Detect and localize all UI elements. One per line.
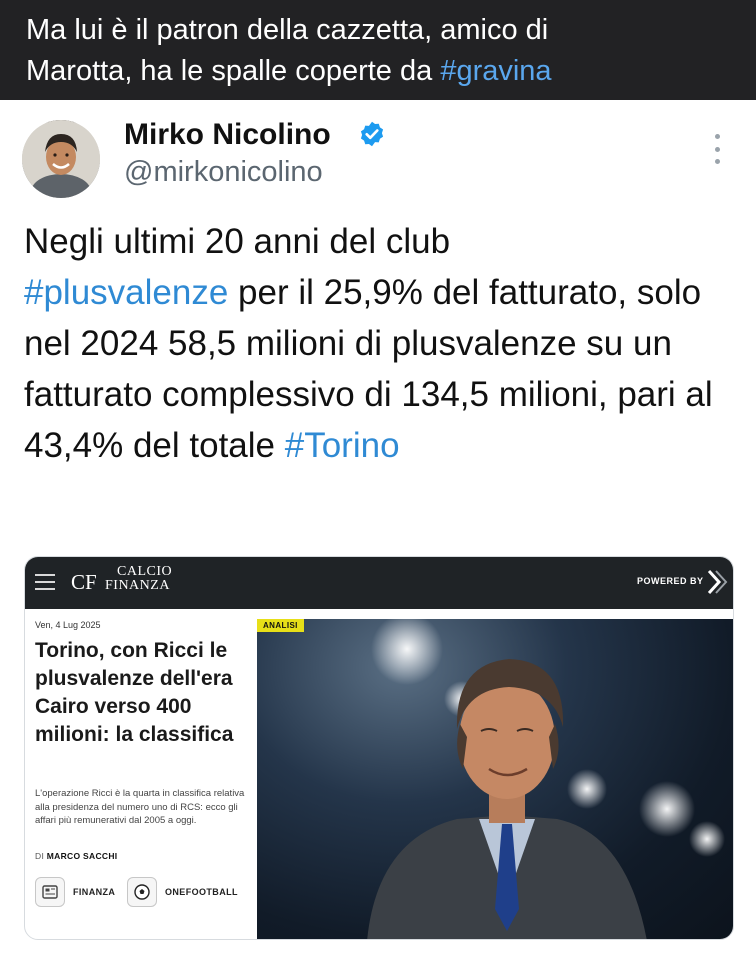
tag-label: ONEFOOTBALL xyxy=(165,887,238,897)
article-author-name: MARCO SACCHI xyxy=(46,851,118,861)
tweet-text-part-1: Negli ultimi 20 anni del club xyxy=(24,222,451,261)
caption-line-1: Ma lui è il patron della cazzetta, amico… xyxy=(26,14,549,46)
site-logo-line-2: FINANZA xyxy=(105,578,170,593)
tag-label: FINANZA xyxy=(73,887,116,897)
tweet-text: Negli ultimi 20 anni del club #plusvalen… xyxy=(24,216,734,471)
site-logo-line-1: CALCIO xyxy=(117,564,173,579)
caption-bar: Ma lui è il patron della cazzetta, amico… xyxy=(0,0,756,100)
tweet-media-image[interactable]: CF CALCIO FINANZA POWERED BY Ven, 4 Lug … xyxy=(24,556,734,940)
man-portrait-icon xyxy=(367,619,725,939)
avatar[interactable] xyxy=(22,120,100,198)
site-header: CF CALCIO FINANZA POWERED BY xyxy=(25,557,733,609)
analysis-badge: ANALISI xyxy=(257,619,304,632)
caption-line-2-text: Marotta, ha le spalle coperte da xyxy=(26,55,441,87)
more-options-button[interactable] xyxy=(704,134,730,164)
avatar-portrait-icon xyxy=(22,120,100,198)
article-author-prefix: DI xyxy=(35,851,45,861)
author-name[interactable]: Mirko Nicolino xyxy=(124,118,331,152)
article-date: Ven, 4 Lug 2025 xyxy=(35,620,101,630)
article-description: L'operazione Ricci è la quarta in classi… xyxy=(35,788,245,826)
article-title: Torino, con Ricci le plusvalenze dell'er… xyxy=(35,639,234,746)
more-dot-icon xyxy=(714,159,720,164)
tweet-card: Mirko Nicolino @mirkonicolino Negli ulti… xyxy=(0,100,756,960)
newspaper-icon xyxy=(35,877,65,907)
hashtag-plusvalenze[interactable]: #plusvalenze xyxy=(24,273,228,312)
more-dot-icon xyxy=(714,146,720,152)
tag-onefootball: ONEFOOTBALL xyxy=(127,875,238,909)
partner-logo-icon xyxy=(707,569,728,595)
article-hero-photo xyxy=(257,619,733,939)
caption-hashtag-gravina[interactable]: #gravina xyxy=(440,55,551,87)
site-logo: CALCIO FINANZA xyxy=(105,565,172,593)
verified-badge-icon xyxy=(360,121,384,147)
site-logo-short: CF xyxy=(71,570,97,594)
hashtag-torino[interactable]: #Torino xyxy=(285,426,400,465)
more-dot-icon xyxy=(714,134,720,139)
football-icon xyxy=(127,877,157,907)
article-author: DI MARCO SACCHI xyxy=(35,851,117,861)
caption-line-2: Marotta, ha le spalle coperte da #gravin… xyxy=(26,51,730,92)
author-handle[interactable]: @mirkonicolino xyxy=(124,156,323,189)
powered-by-label: POWERED BY xyxy=(637,576,704,586)
hamburger-menu-icon xyxy=(35,574,55,590)
tag-finanza: FINANZA xyxy=(35,875,115,909)
